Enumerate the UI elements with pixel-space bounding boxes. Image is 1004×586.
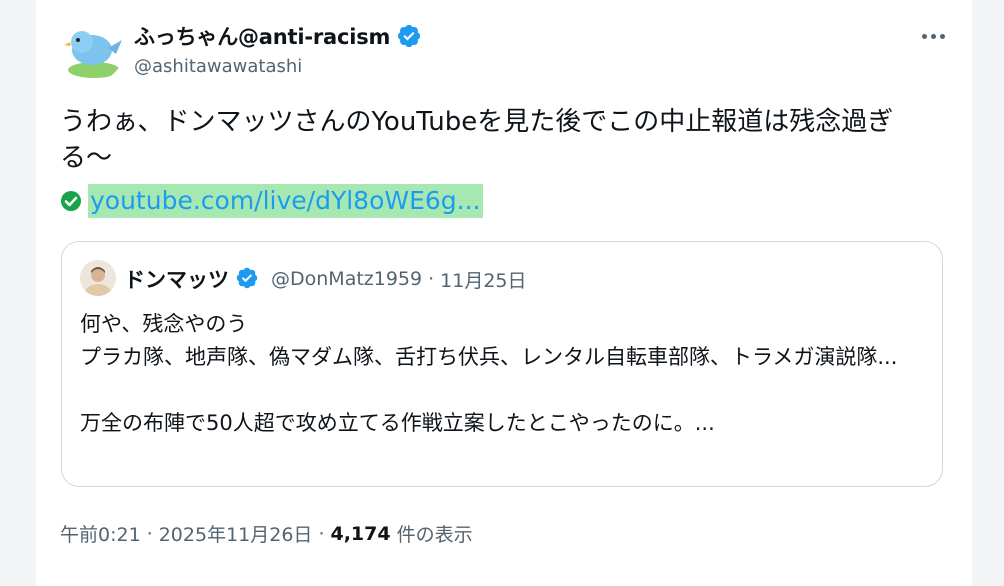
quote-author-avatar[interactable]	[80, 260, 116, 296]
quote-header: ドンマッツ @DonMatz1959 · 11月25日	[124, 264, 527, 294]
more-horizontal-icon[interactable]	[918, 24, 948, 48]
tweet-time[interactable]: 午前0:21	[60, 520, 141, 547]
view-count-label: 件の表示	[396, 524, 473, 546]
quote-text: 何や、残念やのう プラカ隊、地声隊、偽マダム隊、舌打ち伏兵、レンタル自転車部隊、…	[80, 312, 898, 435]
tweet-card: ふっちゃん@anti-racism @ashitawawatashi うわぁ、ド…	[36, 0, 972, 586]
tweet-link-row: youtube.com/live/dYl8oWE6g...	[60, 184, 483, 218]
verified-badge-icon[interactable]	[396, 23, 422, 49]
footer-separator: ·	[318, 522, 325, 545]
author-info: ふっちゃん@anti-racism @ashitawawatashi	[134, 22, 422, 77]
tweet-date[interactable]: 2025年11月26日	[159, 520, 313, 547]
author-display-name[interactable]: ふっちゃん@anti-racism	[134, 21, 390, 51]
quote-meta-separator: ·	[428, 268, 435, 290]
tweet-footer: 午前0:21 · 2025年11月26日 · 4,174 件の表示	[60, 520, 473, 547]
quote-author-handle[interactable]: @DonMatz1959	[271, 268, 422, 290]
author-avatar[interactable]	[60, 18, 124, 82]
view-count: 4,174	[330, 522, 391, 545]
quote-author-name[interactable]: ドンマッツ	[124, 264, 229, 294]
footer-separator: ·	[146, 522, 153, 545]
quoted-tweet[interactable]: ドンマッツ @DonMatz1959 · 11月25日 何や、残念やのう プラカ…	[61, 241, 943, 487]
tweet-link[interactable]: youtube.com/live/dYl8oWE6g...	[88, 184, 483, 218]
verified-badge-icon[interactable]	[235, 266, 261, 292]
author-handle[interactable]: @ashitawawatashi	[134, 56, 422, 77]
check-circle-icon	[60, 190, 82, 212]
tweet-text: うわぁ、ドンマッツさんのYouTubeを見た後でこの中止報道は残念過ぎる〜	[60, 107, 894, 173]
quote-date[interactable]: 11月25日	[440, 266, 526, 293]
